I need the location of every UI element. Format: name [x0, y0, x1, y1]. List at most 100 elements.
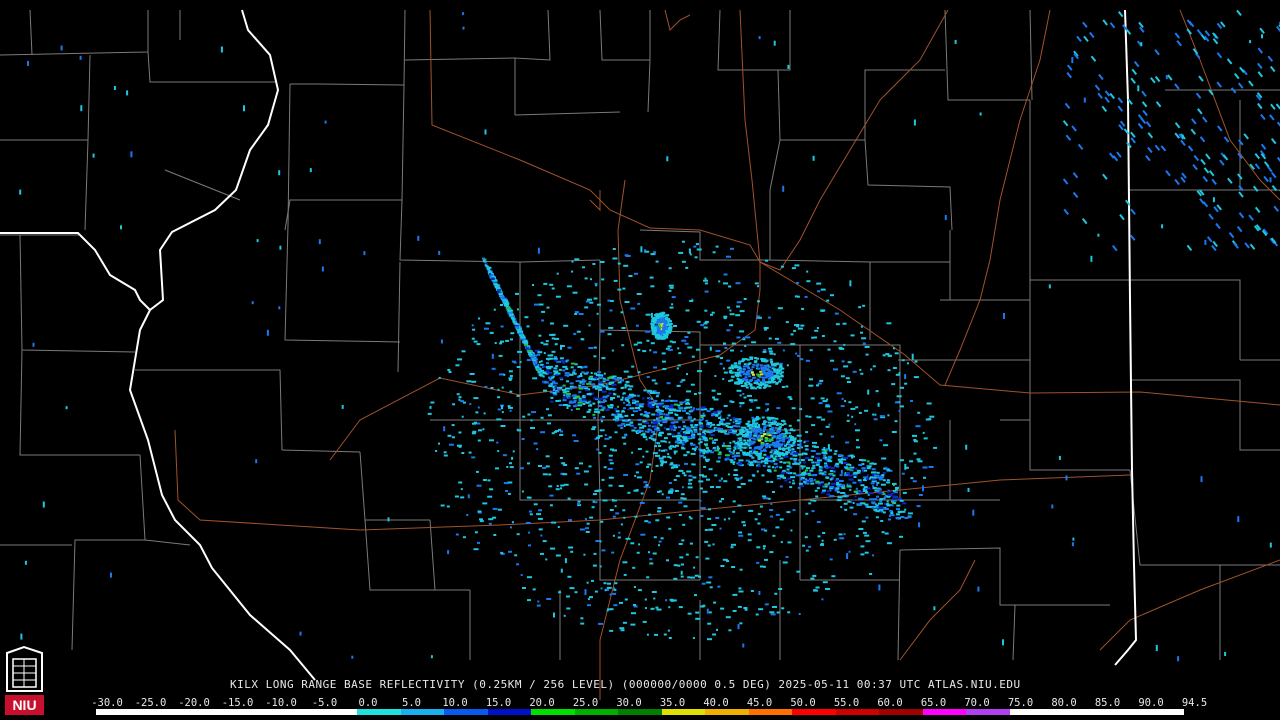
echo-pixel	[860, 325, 863, 328]
echo-pixel	[773, 353, 776, 356]
echo-pixel	[611, 383, 617, 386]
echo-pixel	[697, 370, 702, 373]
echo-pixel	[774, 466, 777, 469]
echo-pixel	[546, 306, 550, 309]
echo-pixel	[440, 504, 445, 507]
echo-pixel	[711, 423, 716, 426]
echo-pixel	[644, 430, 647, 433]
echo-pixel	[623, 442, 627, 445]
echo-pixel	[860, 331, 863, 334]
echo-pixel	[477, 510, 482, 513]
echo-pixel	[902, 502, 907, 505]
echo-pixel	[734, 364, 738, 367]
echo-pixel	[809, 349, 813, 352]
echo-pixel	[871, 506, 875, 509]
echo-pixel	[769, 611, 775, 614]
scale-color-cell	[1009, 709, 1054, 715]
echo-pixel	[533, 503, 538, 506]
echo-pixel	[569, 587, 575, 590]
echo-pixel	[766, 432, 770, 435]
echo-pixel	[672, 445, 677, 448]
echo-pixel	[693, 418, 696, 420]
echo-pixel	[843, 462, 848, 464]
echo-pixel	[646, 633, 649, 636]
echo-pixel	[220, 46, 223, 53]
echo-pixel	[447, 369, 451, 371]
echo-pixel	[607, 333, 612, 336]
echo-pixel	[900, 516, 905, 518]
echo-pixel	[775, 513, 780, 516]
echo-pixel	[653, 351, 658, 354]
echo-pixel	[461, 350, 466, 353]
echo-pixel	[584, 589, 587, 596]
echo-pixel	[833, 340, 837, 343]
echo-pixel	[595, 284, 598, 287]
echo-pixel	[821, 539, 824, 542]
echo-pixel	[764, 462, 769, 465]
echo-pixel	[791, 267, 796, 270]
echo-pixel	[863, 490, 867, 492]
echo-pixel	[834, 489, 839, 492]
echo-pixel	[648, 486, 651, 489]
echo-pixel	[417, 235, 420, 241]
echo-pixel	[556, 390, 560, 393]
echo-pixel	[813, 474, 818, 476]
echo-pixel	[763, 433, 767, 435]
echo-pixel	[1097, 233, 1100, 237]
echo-pixel	[738, 534, 744, 537]
echo-pixel	[484, 264, 487, 267]
echo-pixel	[776, 465, 779, 468]
echo-pixel	[511, 456, 514, 460]
echo-pixel	[693, 566, 696, 569]
echo-pixel	[635, 407, 640, 409]
echo-pixel	[596, 448, 599, 451]
echo-pixel	[550, 547, 556, 550]
echo-pixel	[862, 342, 866, 345]
echo-pixel	[722, 423, 727, 426]
echo-pixel	[549, 283, 554, 286]
echo-pixel	[823, 471, 827, 473]
echo-pixel	[278, 306, 281, 310]
echo-pixel	[582, 403, 586, 405]
echo-pixel	[655, 606, 659, 609]
echo-pixel	[500, 340, 504, 343]
echo-pixel	[598, 381, 603, 384]
echo-pixel	[461, 415, 464, 418]
echo-pixel	[880, 520, 884, 522]
echo-pixel	[507, 492, 511, 495]
echo-pixel	[860, 553, 865, 556]
echo-pixel	[462, 12, 465, 16]
echo-pixel	[790, 436, 794, 438]
echo-pixel	[746, 394, 752, 397]
echo-pixel	[568, 519, 572, 522]
echo-pixel	[673, 577, 678, 580]
echo-pixel	[806, 467, 810, 470]
echo-pixel	[830, 467, 835, 470]
echo-pixel	[668, 395, 671, 398]
echo-pixel	[654, 334, 658, 337]
echo-pixel	[42, 501, 45, 508]
echo-pixel	[715, 486, 721, 489]
echo-pixel	[747, 363, 751, 366]
echo-pixel	[611, 375, 617, 378]
echo-pixel	[542, 473, 548, 476]
echo-pixel	[728, 450, 731, 453]
echo-pixel	[798, 459, 801, 462]
echo-pixel	[613, 279, 618, 282]
echo-pixel	[944, 215, 947, 220]
echo-pixel	[652, 331, 656, 334]
echo-pixel	[594, 501, 598, 504]
echo-pixel	[577, 366, 583, 368]
echo-pixel	[923, 437, 928, 440]
echo-pixel	[483, 412, 486, 415]
echo-pixel	[860, 484, 865, 487]
echo-pixel	[719, 362, 723, 365]
echo-pixel	[871, 501, 876, 504]
echo-pixel	[905, 466, 909, 469]
echo-pixel	[820, 397, 825, 400]
echo-pixel	[817, 290, 821, 293]
echo-pixel	[840, 506, 843, 509]
echo-pixel	[718, 280, 721, 283]
echo-pixel	[665, 314, 669, 317]
echo-pixel	[650, 322, 654, 325]
